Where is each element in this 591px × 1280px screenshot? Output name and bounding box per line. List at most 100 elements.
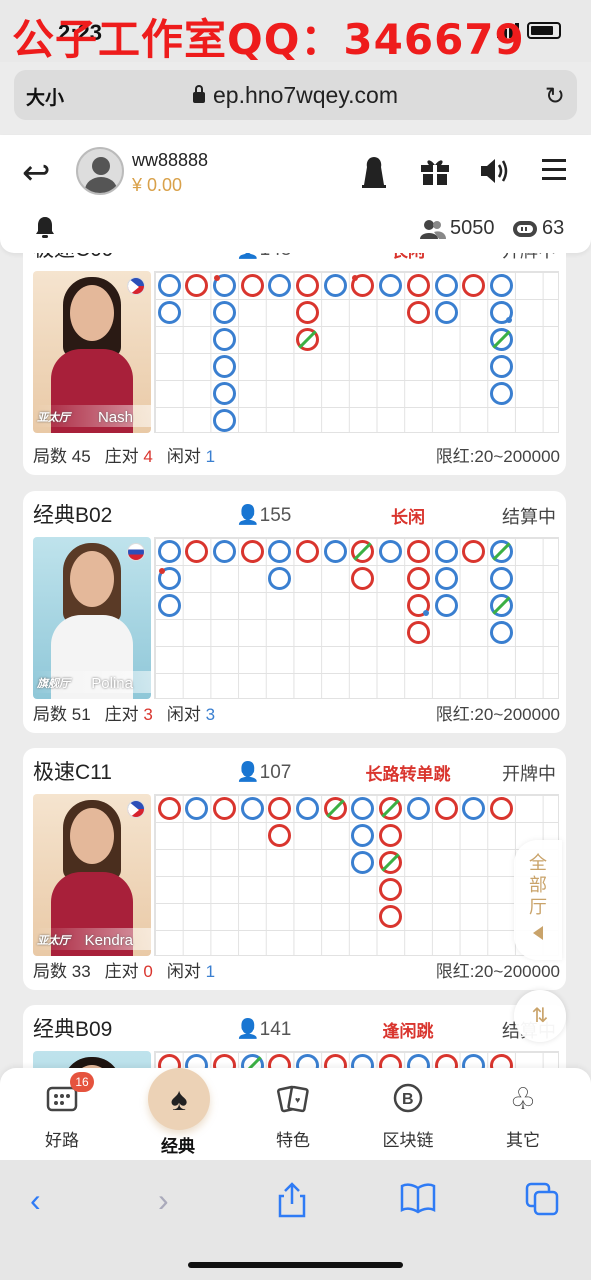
tie-mark [325,799,345,818]
player-bead [489,567,513,590]
lock-icon [193,85,206,103]
player-bead [489,355,513,378]
sound-icon[interactable] [479,155,509,189]
nav-other[interactable]: ♧ 其它 [473,1082,573,1151]
room-trend: 逢闲跳 [382,1022,434,1041]
player-bead [157,274,181,297]
users-icon [420,219,446,239]
hall-label: 亚太厅 [37,412,70,424]
room-card[interactable]: 极速C11 👤107 长路转单跳 开牌中 亚太厅 Kendra 局数 33 庄对… [23,748,566,990]
tie-mark [492,542,511,561]
users-icon: 👤 [236,1019,260,1040]
room-players-value: 107 [259,762,292,783]
player-bead [434,540,458,563]
notification-badge: 16 [70,1072,94,1092]
player-bead [240,1054,264,1068]
chevron-left-icon [533,926,543,940]
room-list[interactable]: 极速C09 👤148 长闲 开牌中 亚太厅 Nash 局数 45 庄对 4 闲对… [0,253,591,1068]
banker-bead [240,274,264,297]
banker-bead [351,274,375,297]
bead-road [154,794,559,956]
customer-service-icon[interactable] [359,155,389,189]
room-name: 极速C11 [33,761,112,784]
banker-bead [379,851,403,874]
player-bead [406,1054,430,1068]
battery-icon [527,22,561,39]
banker-bead [296,328,319,351]
player-bead [323,540,347,563]
player-bead [379,274,403,297]
room-status: 开牌中 [502,253,556,263]
dealer-photo: 旗舰厅 Polina [33,537,151,699]
nav-good-road[interactable]: 16 好路 [12,1072,112,1151]
back-arrow-icon[interactable]: ‹ [30,1182,41,1219]
bell-icon[interactable] [34,215,56,245]
bitcoin-icon: B [390,1082,426,1118]
banker-bead [406,301,430,324]
player-bead [212,301,236,324]
room-card[interactable]: 经典B02 👤155 长闲 结算中 旗舰厅 Polina 局数 51 庄对 3 … [23,491,566,733]
room-status: 结算中 [502,507,556,527]
room-card[interactable]: 经典B09 👤141 逢闲跳 结算中 [23,1005,566,1068]
room-name: 极速C09 [33,253,114,263]
banker-bead [406,274,430,297]
bead-road [154,271,559,433]
player-bead [489,382,513,405]
nav-label: 区块链 [382,1131,434,1150]
url-display[interactable]: ep.hno7wqey.com [14,82,577,109]
app-header: ↩ ww88888 ¥ 0.00 5050 63 [0,135,591,253]
player-bead [489,274,513,297]
player-bead [296,797,319,820]
watermark: 公子工作室QQ：346679 [12,15,525,64]
menu-icon[interactable] [539,155,569,189]
banker-bead [351,567,375,590]
banker-bead [240,540,264,563]
banker-bead [379,1054,403,1068]
tie-mark [242,1056,262,1068]
dealer-name: Kendra [84,932,133,949]
bet-limit: 限红:20~200000 [435,447,560,466]
address-bar[interactable]: 大小 ep.hno7wqey.com ↻ [14,70,577,120]
nav-label: 经典 [161,1137,195,1156]
nav-label: 好路 [45,1131,79,1150]
room-players: 👤141 [236,1017,291,1041]
share-icon[interactable] [276,1182,308,1226]
gift-icon[interactable] [419,155,449,189]
banker-bead [351,540,375,563]
avatar[interactable] [76,147,124,195]
nav-featured[interactable]: ♥ 特色 [243,1082,343,1151]
nav-classic[interactable]: ♠ 经典 [128,1068,228,1157]
back-icon[interactable]: ↩ [22,153,51,193]
banker-bead [296,274,319,297]
player-bead [268,540,292,563]
good-road-icon: 16 [44,1072,94,1118]
player-bead [212,540,236,563]
player-bead [212,382,236,405]
club-icon: ♧ [509,1083,537,1116]
player-bead [157,594,181,617]
banker-bead [379,797,403,820]
player-pair-dot [422,610,429,616]
banker-bead [157,797,181,820]
banker-bead [379,905,403,928]
nav-blockchain[interactable]: B 区块链 [358,1082,458,1151]
forward-arrow-icon[interactable]: › [158,1182,169,1219]
tabs-icon[interactable] [525,1182,559,1224]
player-bead [212,409,236,432]
reload-icon[interactable]: ↻ [545,82,565,111]
banker-bead [462,540,486,563]
tie-mark [353,542,373,561]
svg-text:♥: ♥ [295,1095,300,1105]
banker-bead [268,797,292,820]
room-trend: 长闲 [343,253,473,262]
player-bead [489,540,513,563]
bookmarks-icon[interactable] [400,1182,436,1222]
tie-mark [298,330,317,349]
scroll-toggle-icon[interactable]: ⇅ [514,990,566,1042]
banker-bead [212,1054,236,1068]
room-card[interactable]: 极速C09 👤148 长闲 开牌中 亚太厅 Nash 局数 45 庄对 4 闲对… [23,253,566,475]
all-halls-button[interactable]: 全 部 厅 [514,840,562,960]
banker-bead [296,540,319,563]
home-indicator [188,1262,403,1268]
player-bead [434,594,458,617]
